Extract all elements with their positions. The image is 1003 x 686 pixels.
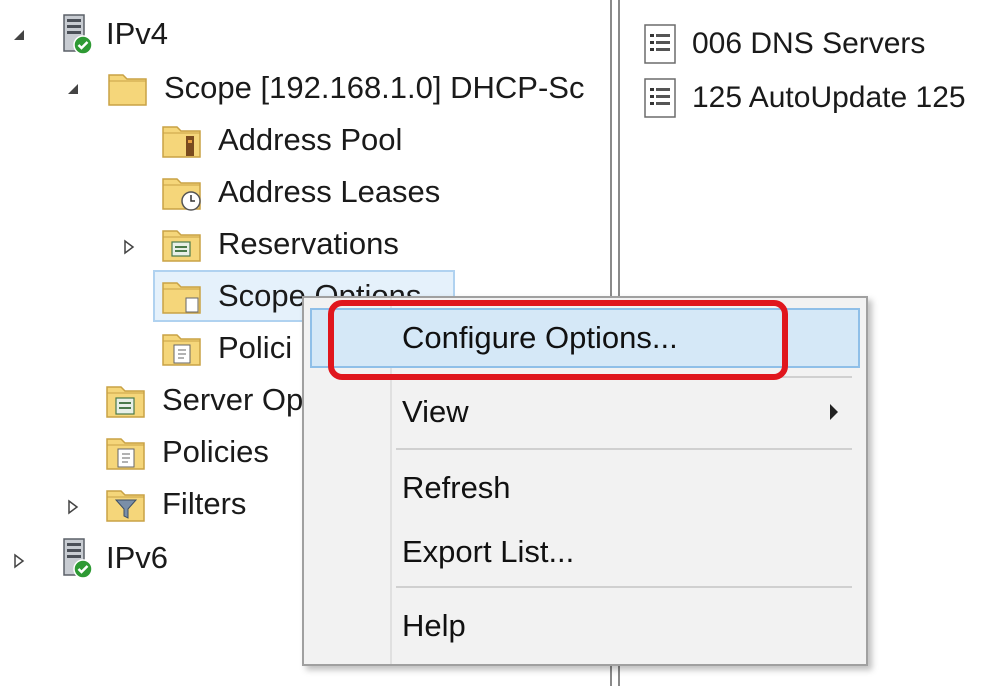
folder-icon	[104, 378, 148, 422]
filter-folder-icon	[104, 482, 148, 526]
menu-item-label: Refresh	[402, 470, 511, 505]
menu-item-help[interactable]: Help	[310, 596, 860, 656]
menu-item-configure-options[interactable]: Configure Options...	[310, 308, 860, 368]
tree-node-address-leases[interactable]: Address Leases	[160, 168, 440, 216]
server-icon	[54, 12, 98, 56]
list-item-label: 125 AutoUpdate 125	[692, 81, 966, 114]
tree-node-ipv6[interactable]: IPv6	[54, 534, 168, 582]
folder-clock-icon	[160, 170, 201, 211]
menu-item-label: Export List...	[402, 534, 575, 569]
tree-node-server-options[interactable]: Server Op	[104, 376, 303, 424]
document-icon	[638, 22, 682, 66]
tree-node-label: IPv4	[106, 16, 169, 51]
expand-arrow-icon[interactable]	[62, 496, 84, 518]
tree-node-ipv4[interactable]: IPv4	[54, 10, 168, 58]
menu-item-label: Help	[402, 608, 466, 643]
tree-node-scope-policies[interactable]: Polici	[160, 324, 292, 372]
tree-node-label: Scope [192.168.1.0] DHCP-Sc	[164, 70, 585, 105]
tree-node-label: Policies	[162, 434, 269, 469]
folder-icon	[160, 274, 204, 318]
list-item-label: 006 DNS Servers	[692, 27, 926, 60]
server-icon	[54, 536, 98, 580]
tree-node-label: Server Op	[162, 382, 304, 417]
tree-node-label: Address Leases	[218, 174, 441, 209]
tree-node-scope[interactable]: Scope [192.168.1.0] DHCP-Sc	[106, 64, 584, 112]
menu-item-refresh[interactable]: Refresh	[310, 458, 860, 518]
document-icon	[638, 76, 682, 120]
menu-item-export-list[interactable]: Export List...	[310, 522, 860, 582]
tree-node-label: Reservations	[218, 226, 399, 261]
menu-item-view[interactable]: View	[310, 382, 860, 442]
list-item[interactable]: 006 DNS Servers	[638, 20, 925, 68]
expand-arrow-icon[interactable]	[118, 236, 140, 258]
collapse-arrow-icon[interactable]	[62, 78, 84, 100]
tree-node-address-pool[interactable]: Address Pool	[160, 116, 402, 164]
menu-item-label: Configure Options...	[402, 320, 678, 355]
expand-arrow-icon[interactable]	[8, 550, 30, 572]
collapse-arrow-icon[interactable]	[8, 24, 30, 46]
folder-icon	[160, 326, 204, 370]
context-menu: Configure Options... View Refresh Export…	[302, 296, 868, 666]
menu-separator	[396, 448, 852, 450]
folder-icon	[106, 66, 150, 110]
tree-node-policies[interactable]: Policies	[104, 428, 269, 476]
tree-node-filters[interactable]: Filters	[104, 480, 246, 528]
tree-node-label: Address Pool	[218, 122, 403, 157]
submenu-arrow-icon	[830, 404, 838, 420]
folder-icon	[160, 118, 204, 162]
tree-node-label: Filters	[162, 486, 247, 521]
tree-node-reservations[interactable]: Reservations	[160, 220, 399, 268]
folder-icon	[160, 222, 204, 266]
tree-node-label: IPv6	[106, 540, 169, 575]
menu-item-label: View	[402, 394, 469, 429]
folder-icon	[104, 430, 148, 474]
menu-separator	[396, 376, 852, 378]
list-item[interactable]: 125 AutoUpdate 125	[638, 74, 966, 122]
tree-node-label: Polici	[218, 330, 293, 365]
menu-separator	[396, 586, 852, 588]
